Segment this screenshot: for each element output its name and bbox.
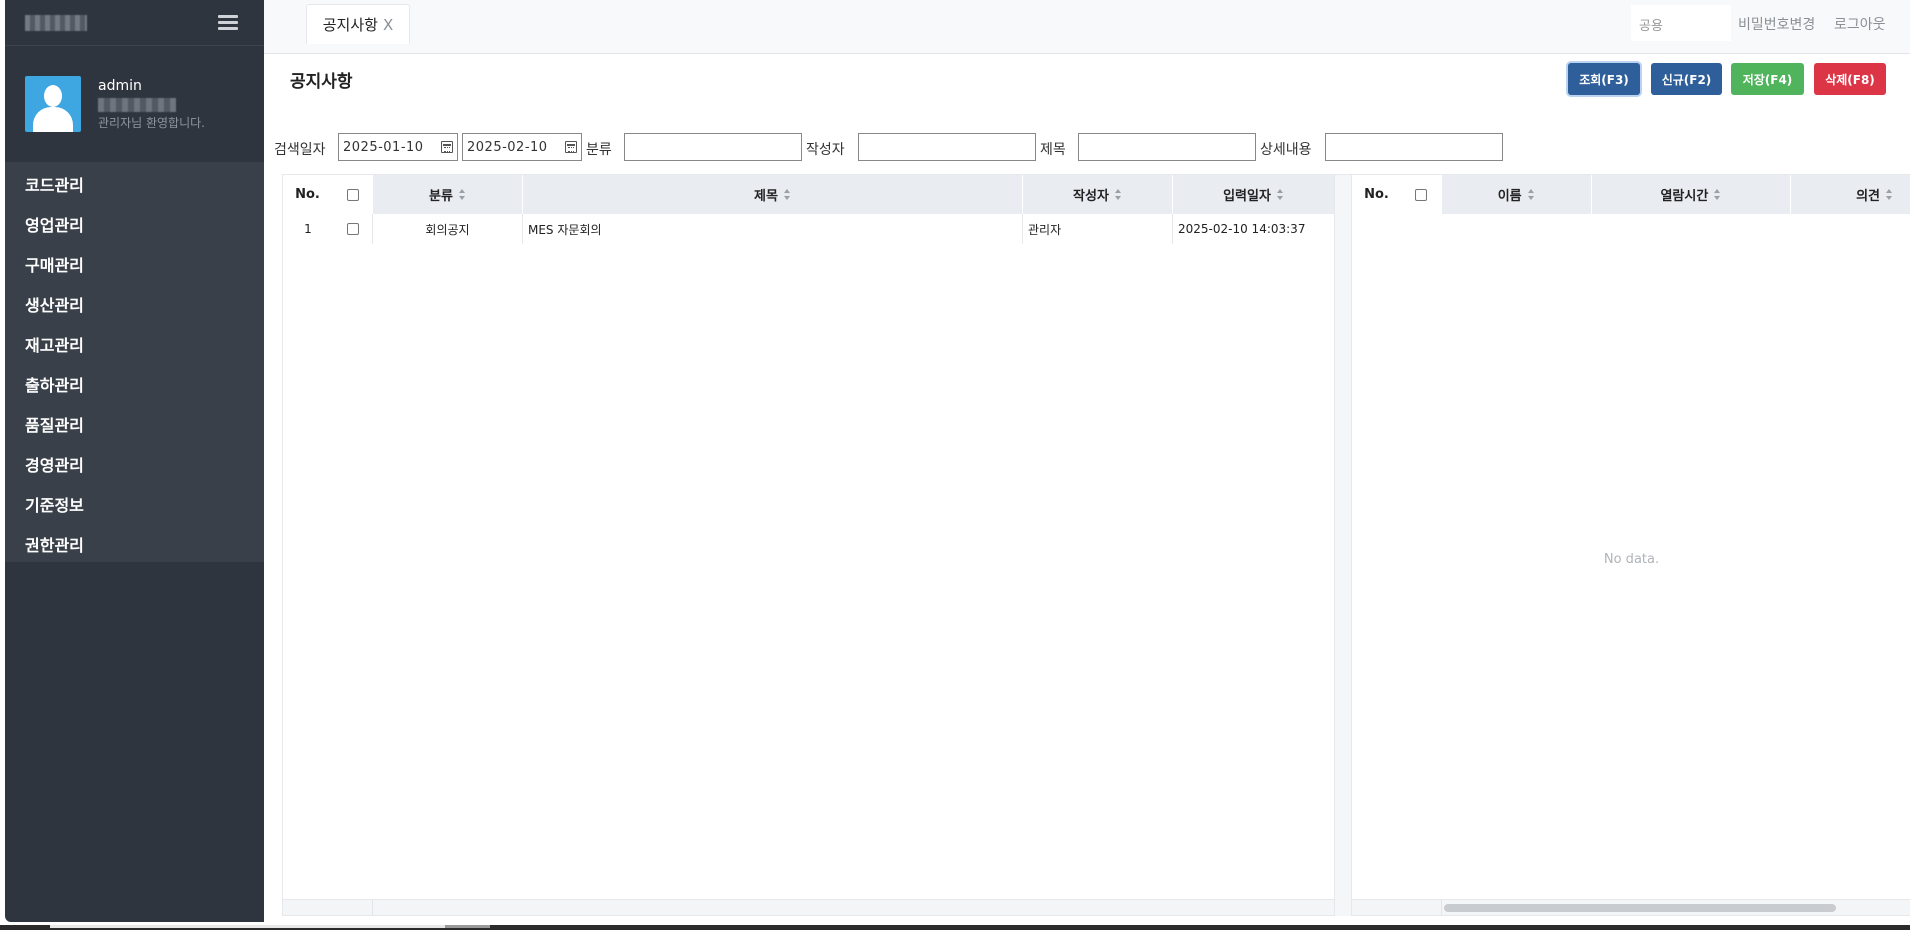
brand-logo bbox=[25, 14, 87, 31]
notice-grid-scrollbar[interactable] bbox=[283, 899, 1334, 915]
table-row[interactable]: 1 회의공지 MES 자문회의 관리자 2025-02-10 14:03:37 bbox=[283, 214, 1334, 244]
tab-notice[interactable]: 공지사항 X bbox=[306, 4, 410, 44]
user-info: admin 관리자님 환영합니다. bbox=[98, 78, 205, 131]
delete-button[interactable]: 삭제(F8) bbox=[1814, 63, 1886, 95]
sort-icon bbox=[458, 189, 466, 200]
sidebar-item-code[interactable]: 코드관리 bbox=[5, 164, 264, 204]
subject-label: 제목 bbox=[1040, 142, 1066, 158]
detail-input[interactable] bbox=[1325, 133, 1503, 161]
user-id-redacted bbox=[98, 97, 176, 112]
col-date-label: 입력일자 bbox=[1223, 189, 1271, 204]
sidebar-item-production[interactable]: 생산관리 bbox=[5, 284, 264, 324]
reader-grid-scrollbar[interactable] bbox=[1352, 899, 1910, 915]
col-category[interactable]: 분류 bbox=[373, 175, 523, 214]
col-select-all bbox=[333, 175, 373, 214]
notice-grid: No. 분류 제목 작성자 입력일자 1 회의공지 MES 자문회의 관리자 2… bbox=[282, 174, 1335, 916]
sidebar-item-inventory[interactable]: 재고관리 bbox=[5, 324, 264, 364]
scrollbar-thumb[interactable] bbox=[1444, 904, 1836, 912]
col-opinion[interactable]: 의견 bbox=[1791, 175, 1910, 214]
col-opinion-label: 의견 bbox=[1856, 189, 1880, 204]
sort-icon bbox=[1885, 189, 1893, 200]
cell-author: 관리자 bbox=[1023, 214, 1173, 244]
calendar-icon[interactable] bbox=[441, 141, 453, 153]
category-label: 분류 bbox=[586, 142, 612, 158]
cell-select bbox=[333, 214, 373, 244]
col-read-time-label: 열람시간 bbox=[1660, 189, 1709, 204]
cell-subject: MES 자문회의 bbox=[523, 214, 1023, 244]
page-title: 공지사항 bbox=[290, 72, 353, 92]
reader-grid-header: No. 이름 열람시간 의견 bbox=[1352, 175, 1910, 214]
category-input[interactable] bbox=[624, 133, 802, 161]
sort-icon bbox=[1276, 189, 1284, 200]
reader-grid: No. 이름 열람시간 의견 No data. bbox=[1351, 174, 1910, 916]
sidebar-item-quality[interactable]: 품질관리 bbox=[5, 404, 264, 444]
sidebar-item-master-data[interactable]: 기준정보 bbox=[5, 484, 264, 524]
hamburger-menu-icon[interactable] bbox=[218, 15, 238, 31]
cell-category: 회의공지 bbox=[373, 214, 523, 244]
date-to-input[interactable]: 2025-02-10 bbox=[462, 133, 582, 161]
query-button[interactable]: 조회(F3) bbox=[1568, 63, 1640, 95]
notice-grid-header: No. 분류 제목 작성자 입력일자 bbox=[283, 175, 1334, 214]
sort-icon bbox=[1114, 189, 1122, 200]
sidebar-nav: 코드관리 영업관리 구매관리 생산관리 재고관리 출하관리 품질관리 경영관리 … bbox=[5, 162, 264, 562]
top-bar: 공지사항 X 공용 비밀번호변경 로그아웃 bbox=[264, 0, 1910, 54]
sidebar-brand bbox=[5, 0, 264, 46]
date-from-value: 2025-01-10 bbox=[343, 140, 424, 155]
change-password-link[interactable]: 비밀번호변경 bbox=[1738, 14, 1815, 34]
taskbar-edge bbox=[0, 925, 1910, 930]
tab-close-icon[interactable]: X bbox=[383, 16, 393, 34]
sidebar-item-sales[interactable]: 영업관리 bbox=[5, 204, 264, 244]
col-name[interactable]: 이름 bbox=[1441, 175, 1592, 214]
sidebar-item-shipping[interactable]: 출하관리 bbox=[5, 364, 264, 404]
author-input[interactable] bbox=[858, 133, 1036, 161]
sidebar: admin 관리자님 환영합니다. 코드관리 영업관리 구매관리 생산관리 재고… bbox=[5, 0, 264, 922]
tab-label: 공지사항 bbox=[322, 16, 378, 34]
col-no: No. bbox=[283, 175, 333, 214]
user-welcome: 관리자님 환영합니다. bbox=[98, 115, 205, 130]
col-category-label: 분류 bbox=[429, 189, 453, 204]
row-checkbox[interactable] bbox=[346, 223, 359, 235]
date-from-input[interactable]: 2025-01-10 bbox=[338, 133, 458, 161]
avatar bbox=[25, 76, 81, 132]
col-author-label: 작성자 bbox=[1073, 189, 1109, 204]
save-button[interactable]: 저장(F4) bbox=[1731, 63, 1804, 95]
col-name-label: 이름 bbox=[1497, 189, 1522, 204]
new-button[interactable]: 신규(F2) bbox=[1651, 63, 1722, 95]
sidebar-item-permission[interactable]: 권한관리 bbox=[5, 524, 264, 564]
grid-splitter[interactable] bbox=[1335, 174, 1351, 916]
select-all-checkbox[interactable] bbox=[346, 188, 359, 201]
author-label: 작성자 bbox=[806, 142, 845, 158]
sidebar-item-purchase[interactable]: 구매관리 bbox=[5, 244, 264, 284]
sort-icon bbox=[1714, 189, 1721, 200]
col-subject[interactable]: 제목 bbox=[523, 175, 1023, 214]
calendar-icon[interactable] bbox=[565, 141, 577, 153]
company-select[interactable]: 공용 bbox=[1631, 5, 1731, 41]
sort-icon bbox=[783, 189, 791, 200]
col-select-all bbox=[1401, 175, 1442, 214]
date-to-value: 2025-02-10 bbox=[467, 140, 548, 155]
sidebar-item-management[interactable]: 경영관리 bbox=[5, 444, 264, 484]
cell-date: 2025-02-10 14:03:37 bbox=[1178, 222, 1306, 236]
user-name: admin bbox=[98, 77, 142, 94]
empty-state: No data. bbox=[1603, 552, 1660, 567]
col-no: No. bbox=[1352, 175, 1402, 214]
subject-input[interactable] bbox=[1078, 133, 1256, 161]
col-author[interactable]: 작성자 bbox=[1023, 175, 1173, 214]
col-date[interactable]: 입력일자 bbox=[1173, 175, 1334, 214]
select-all-checkbox[interactable] bbox=[1415, 188, 1428, 201]
col-subject-label: 제목 bbox=[754, 189, 778, 204]
logout-link[interactable]: 로그아웃 bbox=[1834, 14, 1886, 34]
sort-icon bbox=[1527, 189, 1535, 200]
cell-no: 1 bbox=[304, 222, 312, 236]
col-read-time[interactable]: 열람시간 bbox=[1591, 175, 1792, 214]
user-panel: admin 관리자님 환영합니다. bbox=[5, 46, 264, 162]
detail-label: 상세내용 bbox=[1260, 142, 1312, 158]
date-label: 검색일자 bbox=[274, 142, 326, 158]
